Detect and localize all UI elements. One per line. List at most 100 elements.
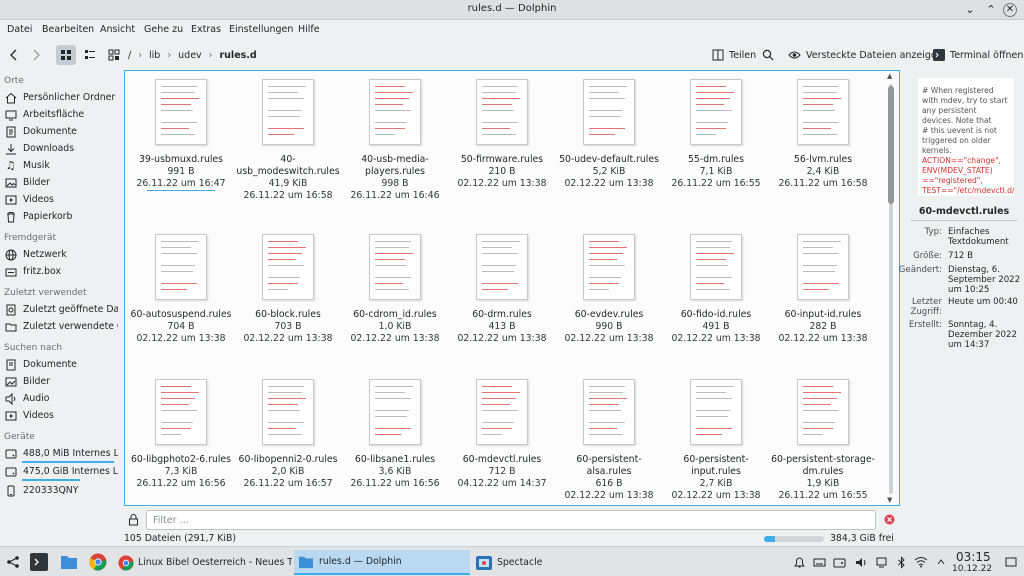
text-file-thumbnail-icon xyxy=(583,234,635,300)
thumbnail-line xyxy=(161,428,191,430)
sidebar-item-search-videos[interactable]: Videos xyxy=(4,407,118,424)
folder-icon[interactable] xyxy=(60,553,78,571)
thumbnail-line xyxy=(161,434,181,436)
sidebar-item-label: 475,0 GiB Internes La... xyxy=(23,466,118,477)
bluetooth-icon[interactable] xyxy=(892,553,910,571)
system-tray-expand-icon[interactable] xyxy=(932,553,950,571)
close-icon[interactable]: ✕ xyxy=(1003,3,1017,17)
sidebar-item-music[interactable]: ♫ Musik xyxy=(4,157,118,174)
file-size: 2,0 KiB xyxy=(271,466,305,477)
vertical-scrollbar[interactable]: ▲ ▼ xyxy=(886,72,896,504)
search-button[interactable] xyxy=(762,45,774,65)
scroll-thumb[interactable] xyxy=(888,86,894,204)
menu-einstellungen[interactable]: Einstellungen xyxy=(229,24,293,35)
scroll-up-icon[interactable]: ▲ xyxy=(887,72,892,80)
chrome-icon[interactable] xyxy=(89,553,107,571)
sidebar-item-device-3[interactable]: 220333QNY xyxy=(4,482,118,499)
icons-view-button[interactable] xyxy=(56,45,76,65)
terminal-icon[interactable] xyxy=(30,553,48,571)
sidebar-item-home[interactable]: Persönlicher Ordner xyxy=(4,89,118,106)
show-hidden-files-button[interactable]: Versteckte Dateien anzeigen xyxy=(788,45,943,65)
sidebar-item-device-2[interactable]: 475,0 GiB Internes La... xyxy=(4,463,118,480)
volume-icon[interactable] xyxy=(852,553,870,571)
forward-button[interactable] xyxy=(30,45,46,65)
clear-filter-icon[interactable] xyxy=(884,514,895,525)
device-notifier-icon[interactable] xyxy=(872,553,890,571)
wallet-icon[interactable] xyxy=(830,553,848,571)
keyboard-layout-icon[interactable] xyxy=(810,553,828,571)
sidebar-item-recent-files[interactable]: Zuletzt geöffnete Dat... xyxy=(4,301,118,318)
menu-ansicht[interactable]: Ansicht xyxy=(100,24,135,35)
task-dolphin[interactable]: rules.d — Dolphin xyxy=(294,550,470,575)
lock-icon[interactable] xyxy=(128,514,139,526)
back-button[interactable] xyxy=(8,45,24,65)
thumbnail-line xyxy=(268,386,304,388)
sidebar-item-fritzbox[interactable]: fritz.box xyxy=(4,263,118,280)
scroll-down-icon[interactable]: ▼ xyxy=(887,496,892,504)
wifi-icon[interactable] xyxy=(912,553,930,571)
sidebar-item-downloads[interactable]: Downloads xyxy=(4,140,118,157)
thumbnail-line xyxy=(482,104,512,106)
thumbnail-line xyxy=(375,277,411,279)
show-desktop-icon[interactable] xyxy=(1002,553,1020,571)
documents-icon xyxy=(4,125,17,138)
details-view-icon xyxy=(108,49,120,61)
menu-gehe-zu[interactable]: Gehe zu xyxy=(144,24,183,35)
thumbnail-line xyxy=(803,422,835,424)
notifications-icon[interactable] xyxy=(790,553,808,571)
clock-date[interactable]: 10.12.22 xyxy=(952,564,992,574)
thumbnail-line xyxy=(482,265,516,267)
task-browser[interactable]: Linux Bibel Oesterreich - Neues Th... xyxy=(114,550,292,575)
task-label: rules.d — Dolphin xyxy=(319,556,402,567)
file-size: 703 B xyxy=(274,321,302,332)
open-terminal-button[interactable]: Terminal öffnen xyxy=(933,45,1023,65)
compact-view-button[interactable] xyxy=(80,45,100,65)
sidebar-item-trash[interactable]: Papierkorb xyxy=(4,208,118,225)
thumbnail-line xyxy=(589,259,617,261)
breadcrumb-root[interactable]: / xyxy=(128,50,131,61)
thumbnail-line xyxy=(696,86,726,88)
text-file-thumbnail-icon xyxy=(155,234,207,300)
sidebar-item-search-documents[interactable]: Dokumente xyxy=(4,356,118,373)
breadcrumb-lib[interactable]: lib xyxy=(149,50,160,61)
menu-extras[interactable]: Extras xyxy=(191,24,221,35)
thumbnail-line xyxy=(589,110,623,112)
file-view[interactable]: 39-usbmuxd.rules 991 B 26.11.22 um 16:47 40… xyxy=(124,70,900,506)
breadcrumb-rules-d[interactable]: rules.d xyxy=(219,50,256,61)
text-file-thumbnail-icon xyxy=(476,379,528,445)
file-date: 04.12.22 um 14:37 xyxy=(457,478,547,489)
thumbnail-line xyxy=(161,98,199,100)
maximize-icon[interactable]: ⌃ xyxy=(983,2,999,18)
sidebar-item-search-audio[interactable]: Audio xyxy=(4,390,118,407)
sidebar-item-recent-folders[interactable]: Zuletzt verwendete O... xyxy=(4,318,118,335)
preview-line: ACTION=="change", ENV(MDEV_STATE) =="reg… xyxy=(922,156,1014,195)
breadcrumb: / › lib › udev › rules.d xyxy=(128,45,428,65)
sidebar-item-documents[interactable]: Dokumente xyxy=(4,123,118,140)
sidebar-item-search-pictures[interactable]: Bilder xyxy=(4,373,118,390)
menu-hilfe[interactable]: Hilfe xyxy=(298,24,320,35)
task-spectacle[interactable]: Spectacle xyxy=(472,550,592,575)
split-button[interactable]: Teilen xyxy=(712,45,756,65)
sidebar-item-device-1[interactable]: 488,0 MiB Internes La... xyxy=(4,445,118,462)
application-launcher-icon[interactable] xyxy=(4,553,22,571)
sidebar-item-pictures[interactable]: Bilder xyxy=(4,174,118,191)
filter-input[interactable]: Filter ... xyxy=(146,510,876,530)
menu-bearbeiten[interactable]: Bearbeiten xyxy=(42,24,94,35)
thumbnail-line xyxy=(589,253,623,255)
clock-time[interactable]: 03:15 xyxy=(956,550,991,564)
file-size: 7,1 KiB xyxy=(699,166,733,177)
thumbnail-line xyxy=(803,392,841,394)
breadcrumb-udev[interactable]: udev xyxy=(178,50,202,61)
sidebar-item-desktop[interactable]: Arbeitsfläche xyxy=(4,106,118,123)
thumbnail-line xyxy=(268,134,294,136)
minimize-icon[interactable]: ⌄ xyxy=(962,2,978,18)
sidebar-item-videos[interactable]: Videos xyxy=(4,191,118,208)
thumbnail-line xyxy=(589,116,621,118)
recent-files-icon xyxy=(4,303,17,316)
sidebar-item-network[interactable]: Netzwerk xyxy=(4,246,118,263)
details-view-button[interactable] xyxy=(104,45,124,65)
sidebar-item-label: Netzwerk xyxy=(23,249,67,260)
thumbnail-line xyxy=(482,283,518,285)
thumbnail-line xyxy=(268,86,306,88)
menu-datei[interactable]: Datei xyxy=(7,24,32,35)
